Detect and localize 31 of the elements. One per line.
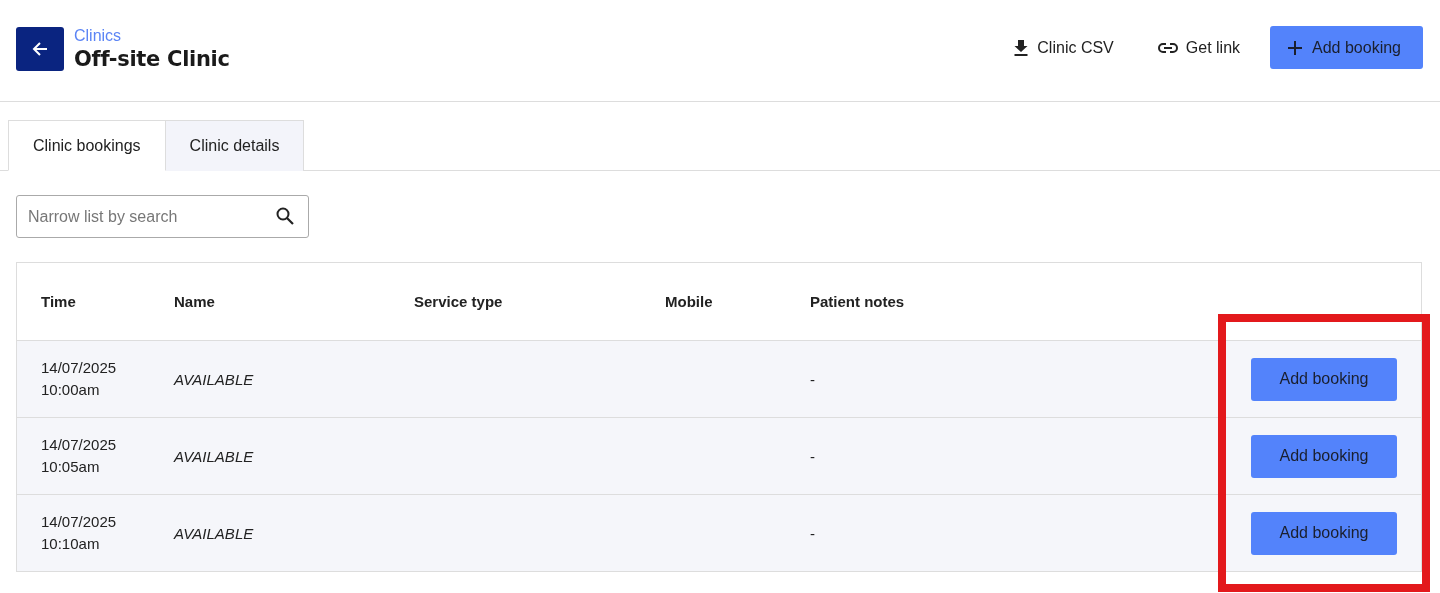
time-cell: 14/07/2025 10:05am [41, 436, 117, 475]
add-booking-button[interactable]: Add booking [1251, 434, 1397, 478]
link-icon [1157, 41, 1178, 54]
notes-cell: - [810, 370, 815, 388]
notes-cell: - [810, 447, 815, 465]
name-cell: AVAILABLE [174, 370, 254, 388]
tab[interactable]: Clinic bookings [8, 120, 166, 171]
add-booking-button[interactable]: Add booking [1251, 357, 1397, 401]
name-cell: AVAILABLE [174, 447, 254, 465]
time-cell: 14/07/2025 10:10am [41, 513, 117, 552]
back-button[interactable] [16, 26, 64, 71]
tab[interactable]: Clinic details [165, 120, 305, 171]
plus-icon [1288, 40, 1303, 55]
time-cell: 14/07/2025 10:00am [41, 359, 117, 398]
get-link-button[interactable]: Get link [1143, 30, 1255, 65]
column-header: Mobile [665, 293, 714, 310]
add-booking-button[interactable]: Add booking [1270, 26, 1423, 69]
page-title: Off-site Clinic [74, 46, 230, 71]
search-field[interactable]: Narrow list by search [16, 195, 309, 238]
search-icon [276, 207, 294, 225]
back-arrow-icon [31, 39, 49, 58]
download-icon [1013, 38, 1030, 57]
add-booking-button[interactable]: Add booking [1251, 511, 1397, 555]
csv-download-button[interactable]: Clinic CSV [999, 30, 1128, 65]
notes-cell: - [810, 524, 815, 542]
column-header: Name [174, 293, 216, 310]
column-header: Service type [414, 293, 504, 310]
breadcrumb-link[interactable]: Clinics [74, 26, 230, 45]
column-header: Time [41, 293, 77, 310]
name-cell: AVAILABLE [174, 524, 254, 542]
column-header: Patient notes [810, 293, 906, 310]
